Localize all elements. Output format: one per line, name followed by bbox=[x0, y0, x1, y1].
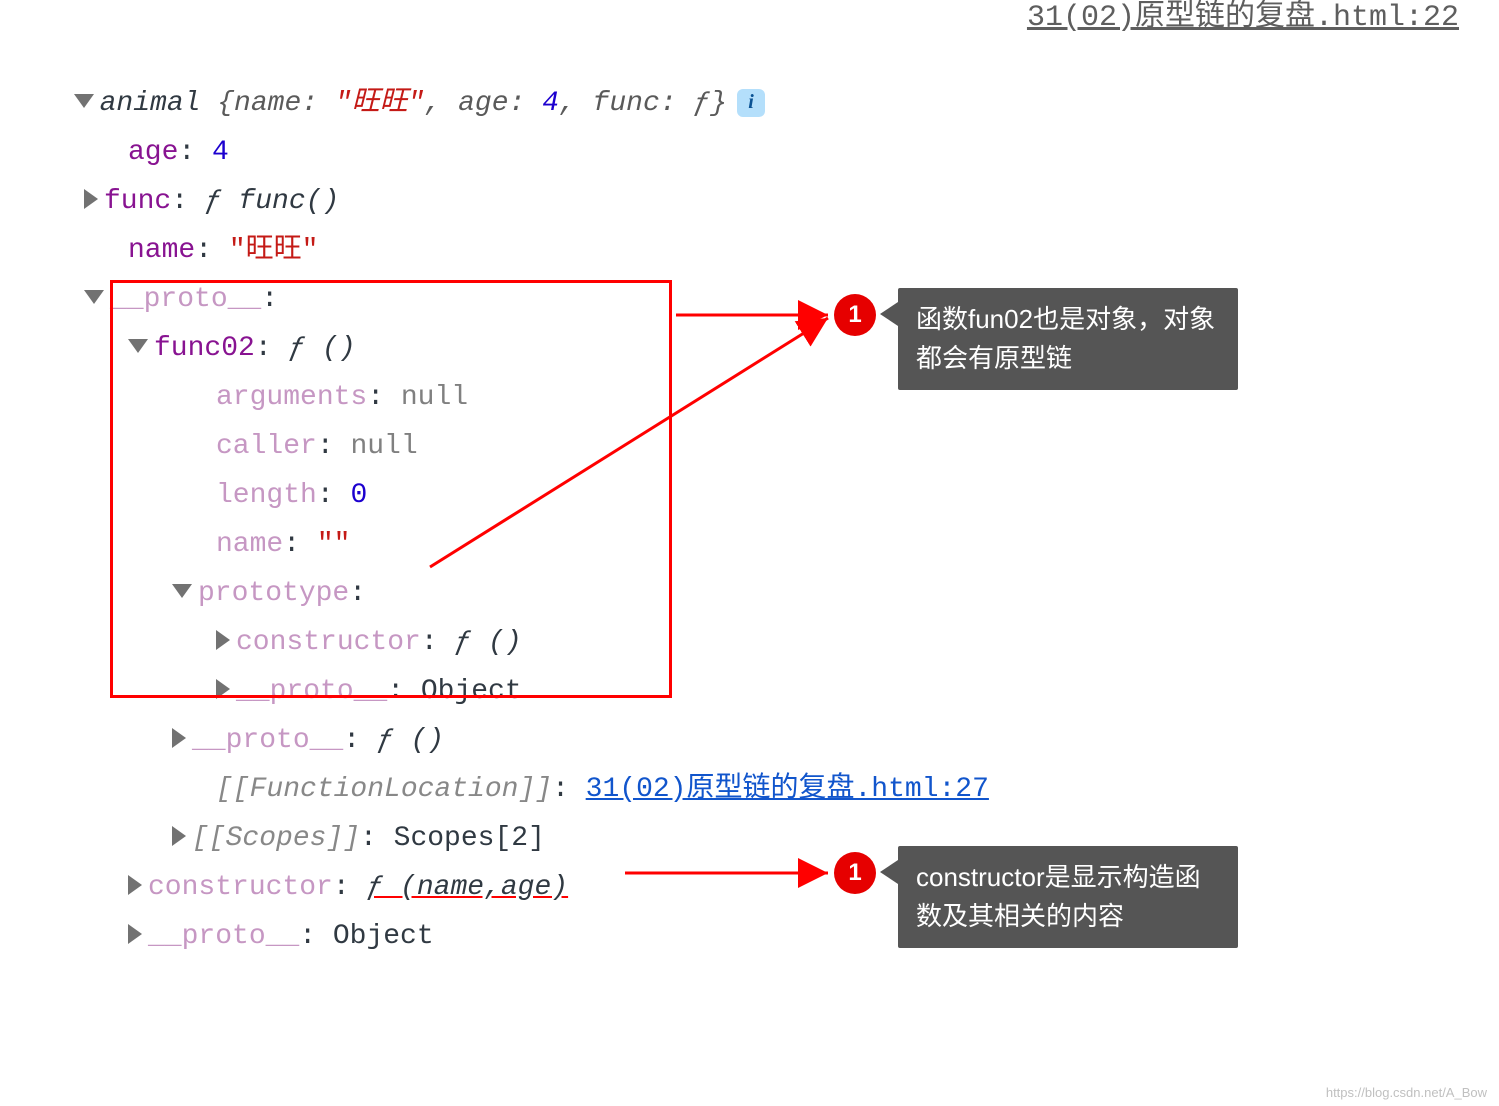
chevron-right-icon bbox=[128, 924, 142, 944]
prop-arguments: arguments: null bbox=[40, 373, 1459, 422]
annotation-badge-2: 1 bbox=[834, 852, 876, 894]
source-link[interactable]: 31(02)原型链的复盘.html:27 bbox=[586, 774, 989, 805]
class-name: animal bbox=[100, 88, 201, 119]
annotation-callout-2: constructor是显示构造函数及其相关的内容 bbox=[898, 846, 1238, 948]
prop-name-inner: name: "" bbox=[40, 520, 1459, 569]
chevron-down-icon bbox=[172, 584, 192, 598]
prop-scopes[interactable]: [[Scopes]]: Scopes[2] bbox=[40, 814, 1459, 863]
info-icon[interactable]: i bbox=[737, 89, 765, 117]
prop-caller: caller: null bbox=[40, 422, 1459, 471]
prop-outer-proto[interactable]: __proto__: ƒ () bbox=[40, 716, 1459, 765]
annotation-callout-1: 函数fun02也是对象，对象都会有原型链 bbox=[898, 288, 1238, 390]
prop-age: age: 4 bbox=[40, 128, 1459, 177]
prop-prototype[interactable]: prototype: bbox=[40, 569, 1459, 618]
source-link-top[interactable]: 31(02)原型链的复盘.html:22 bbox=[1027, 0, 1459, 35]
chevron-down-icon bbox=[84, 290, 104, 304]
object-summary-row[interactable]: animal {name: "旺旺", age: 4, func: ƒ}i bbox=[40, 30, 1459, 128]
prop-constructor-inner[interactable]: constructor: ƒ () bbox=[40, 618, 1459, 667]
chevron-right-icon bbox=[84, 189, 98, 209]
chevron-right-icon bbox=[216, 630, 230, 650]
prop-func[interactable]: func: ƒ func() bbox=[40, 177, 1459, 226]
chevron-right-icon bbox=[216, 679, 230, 699]
chevron-down-icon bbox=[74, 94, 94, 108]
prop-name: name: "旺旺" bbox=[40, 226, 1459, 275]
prop-function-location: [[FunctionLocation]]: 31(02)原型链的复盘.html:… bbox=[40, 765, 1459, 814]
prop-length: length: 0 bbox=[40, 471, 1459, 520]
prop-proto[interactable]: __proto__: bbox=[40, 275, 1459, 324]
prop-func02[interactable]: func02: ƒ () bbox=[40, 324, 1459, 373]
annotation-badge-1: 1 bbox=[834, 294, 876, 336]
prop-proto-outer[interactable]: __proto__: Object bbox=[40, 912, 1459, 961]
chevron-right-icon bbox=[172, 728, 186, 748]
prop-proto-inner[interactable]: __proto__: Object bbox=[40, 667, 1459, 716]
prop-constructor[interactable]: constructor: ƒ (name,age) bbox=[40, 863, 1459, 912]
chevron-down-icon bbox=[128, 339, 148, 353]
chevron-right-icon bbox=[172, 826, 186, 846]
watermark: https://blog.csdn.net/A_Bow bbox=[1326, 1085, 1487, 1100]
chevron-right-icon bbox=[128, 875, 142, 895]
